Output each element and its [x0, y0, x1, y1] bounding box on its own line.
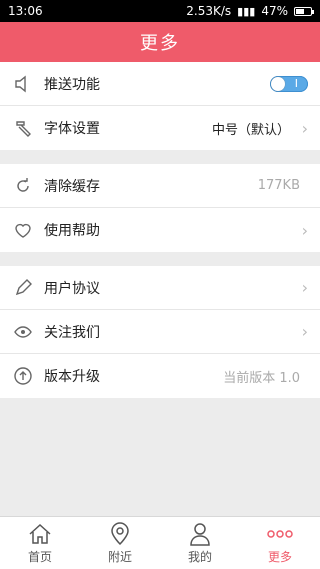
- tab-nearby[interactable]: 附近: [80, 517, 160, 569]
- pencil-icon: [12, 277, 34, 299]
- upload-icon: [12, 365, 34, 387]
- signal-icon: ▮▮▮: [237, 4, 256, 18]
- home-icon: [27, 522, 53, 546]
- battery-icon: [294, 6, 314, 16]
- version-row[interactable]: 版本升级 当前版本 1.0: [0, 354, 320, 398]
- tab-more[interactable]: 更多: [240, 517, 320, 569]
- more-icon: [267, 522, 293, 546]
- cache-size-value: 177KB: [257, 178, 300, 193]
- agreement-label: 用户协议: [44, 280, 100, 297]
- tab-mine[interactable]: 我的: [160, 517, 240, 569]
- tab-more-label: 更多: [267, 549, 292, 564]
- user-icon: [187, 522, 213, 546]
- font-setting-row[interactable]: 字体设置 中号（默认） ›: [0, 106, 320, 150]
- help-label: 使用帮助: [44, 223, 100, 239]
- version-value: 当前版本 1.0: [223, 370, 300, 386]
- clear-cache-row[interactable]: 清除缓存 177KB: [0, 164, 320, 208]
- push-toggle[interactable]: I: [270, 75, 308, 92]
- network-speed: 2.53K/s: [186, 4, 232, 18]
- follow-us-row[interactable]: 关注我们 ›: [0, 310, 320, 354]
- push-setting-label: 推送功能: [44, 76, 100, 93]
- bottom-tab-bar: 首页 附近 我的 更多: [0, 516, 320, 569]
- help-row[interactable]: 使用帮助 ›: [0, 208, 320, 252]
- tab-mine-label: 我的: [187, 549, 212, 564]
- tab-home-label: 首页: [27, 549, 52, 564]
- page-title: 更多: [140, 33, 180, 54]
- speaker-icon: [12, 73, 34, 95]
- page-title-bar: 更多: [0, 22, 320, 62]
- tab-nearby-label: 附近: [107, 549, 132, 564]
- location-icon: [107, 521, 133, 546]
- tab-home[interactable]: 首页: [0, 517, 80, 569]
- refresh-icon: [12, 175, 34, 197]
- font-setting-label: 字体设置: [44, 121, 100, 137]
- chevron-right-icon: ›: [301, 118, 308, 138]
- settings-group-1: 推送功能 I 字体设置 中号（默认） ›: [0, 62, 320, 150]
- chevron-right-icon: ›: [301, 278, 308, 297]
- status-time: 13:06: [8, 4, 43, 18]
- heart-icon: [12, 219, 34, 241]
- font-setting-value: 中号（默认）: [211, 122, 290, 138]
- chevron-right-icon: ›: [301, 322, 308, 341]
- push-setting-row[interactable]: 推送功能 I: [0, 62, 320, 106]
- follow-us-label: 关注我们: [44, 324, 100, 341]
- battery-percent: 47%: [261, 4, 288, 18]
- chevron-right-icon: ›: [301, 220, 308, 240]
- status-bar: 13:06 2.53K/s ▮▮▮ 47%: [0, 0, 320, 22]
- clear-cache-label: 清除缓存: [44, 178, 100, 195]
- settings-group-2: 清除缓存 177KB 使用帮助 ›: [0, 164, 320, 252]
- version-label: 版本升级: [44, 369, 100, 385]
- settings-group-3: 用户协议 › 关注我们 › 版本升级 当前版本 1.0: [0, 266, 320, 398]
- hammer-icon: [12, 117, 34, 139]
- eye-icon: [12, 321, 34, 343]
- agreement-row[interactable]: 用户协议 ›: [0, 266, 320, 310]
